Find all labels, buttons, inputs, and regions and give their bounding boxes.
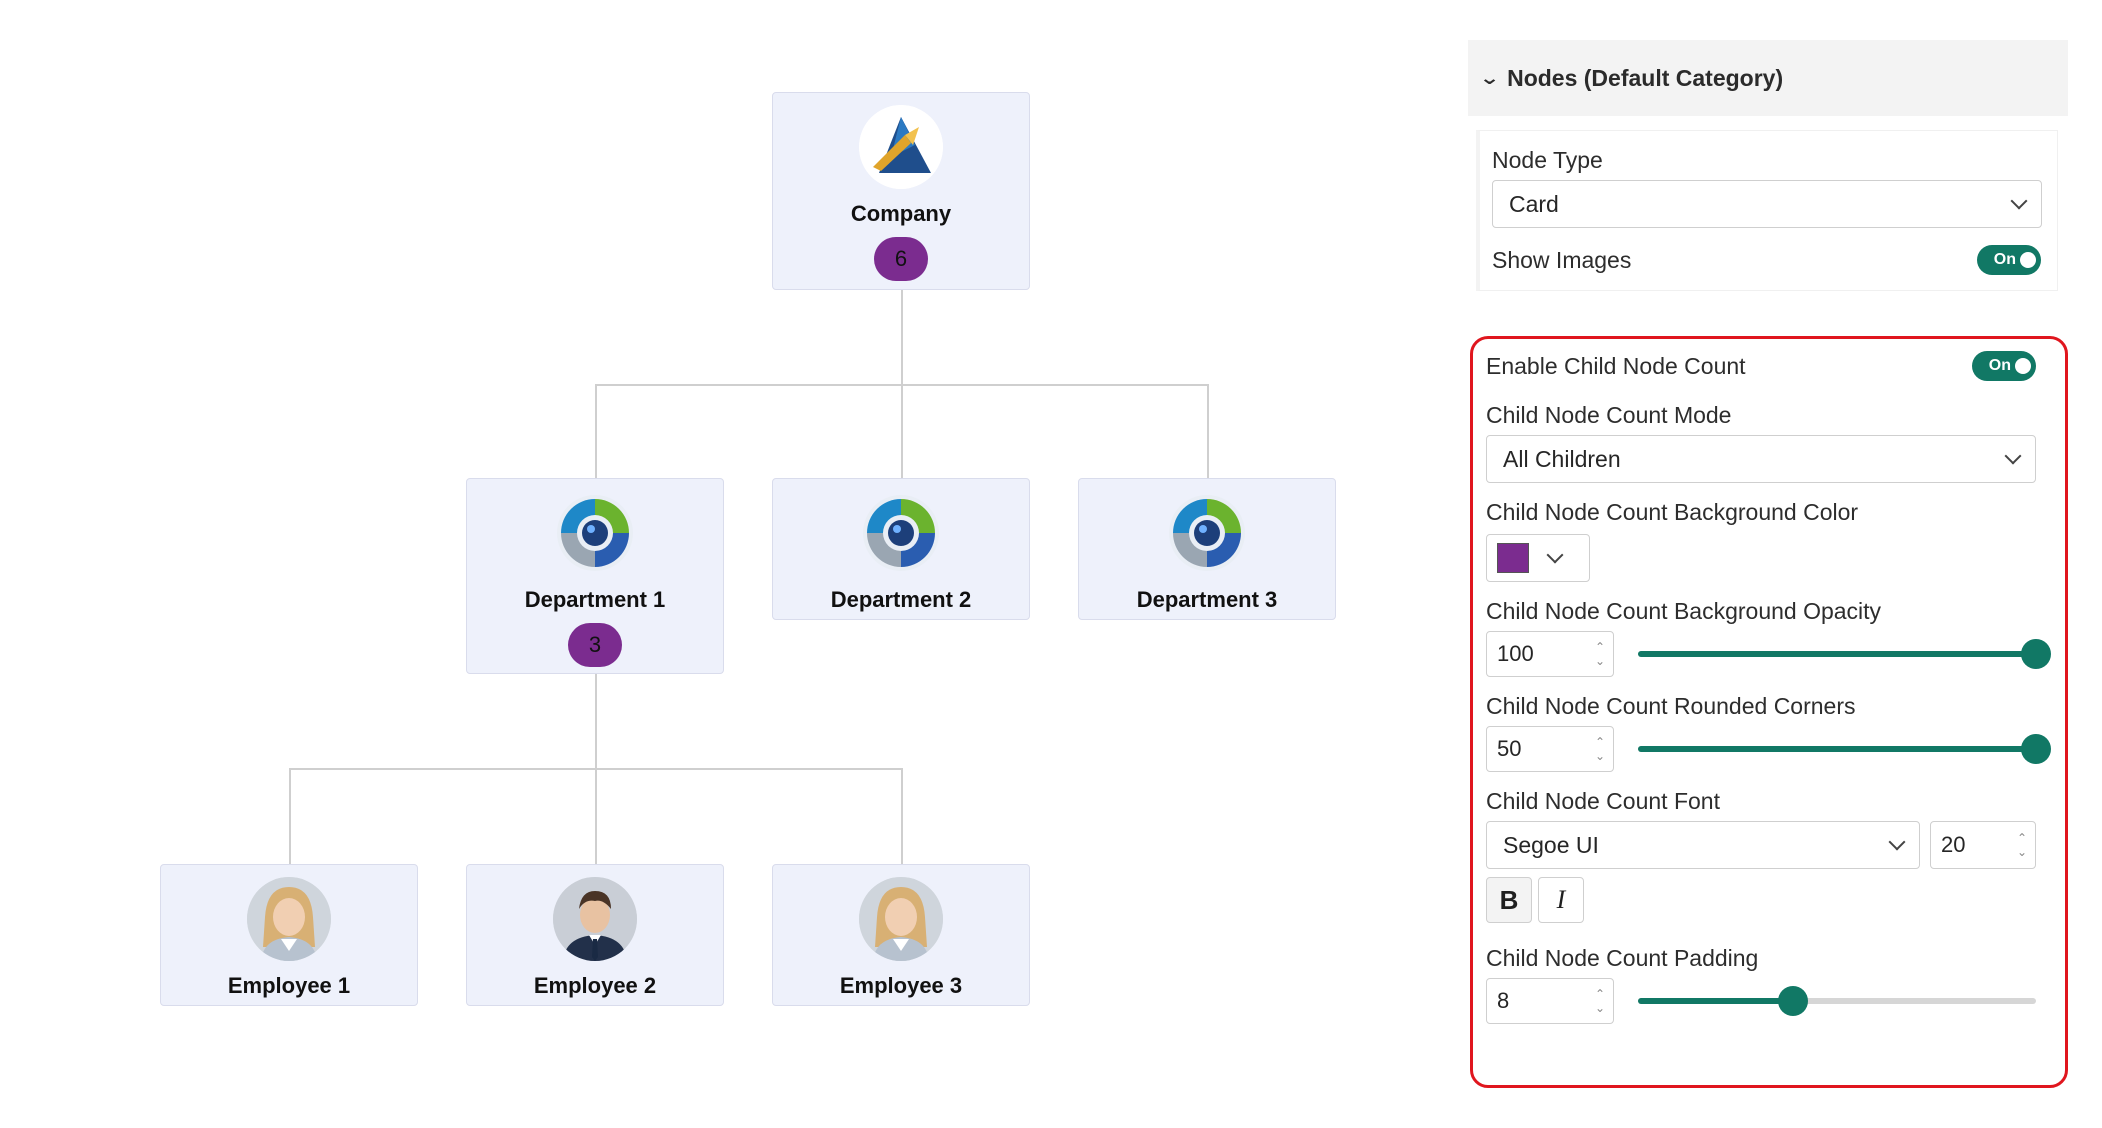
connector-line [595, 384, 597, 478]
spin-arrows-icon[interactable]: ⌃ ⌄ [1595, 987, 1605, 1015]
connector-line [595, 674, 597, 770]
spin-arrows-icon[interactable]: ⌃ ⌄ [1595, 735, 1605, 763]
slider-thumb[interactable] [1778, 986, 1809, 1016]
chevron-down-icon [1888, 833, 1906, 851]
enable-count-label: Enable Child Node Count [1486, 352, 1746, 379]
section-title: Nodes (Default Category) [1507, 64, 1784, 91]
corners-value: 50 [1497, 736, 1522, 761]
bg-color-picker[interactable] [1486, 534, 1590, 582]
connector-line [595, 768, 597, 864]
padding-slider[interactable] [1638, 981, 2036, 1021]
node-type-value: Card [1509, 190, 1559, 217]
department-node[interactable]: Department 3 [1078, 478, 1336, 620]
department-logo-icon [859, 491, 943, 575]
font-label: Child Node Count Font [1486, 788, 1720, 814]
opacity-label: Child Node Count Background Opacity [1486, 598, 1882, 624]
padding-label: Child Node Count Padding [1486, 945, 1759, 971]
font-family-value: Segoe UI [1503, 831, 1599, 858]
spin-arrows-icon[interactable]: ⌃ ⌄ [1595, 640, 1605, 668]
connector-line [1207, 384, 1209, 478]
chevron-down-icon [2004, 447, 2022, 465]
slider-thumb[interactable] [2021, 734, 2051, 764]
org-chart: Company 6 Department 1 3 Department 2 De… [0, 0, 1440, 1128]
connector-line [901, 290, 903, 386]
company-node[interactable]: Company 6 [772, 92, 1030, 290]
employee-photo-icon [247, 877, 331, 961]
department-node[interactable]: Department 1 3 [466, 478, 724, 674]
child-node-count-group: Enable Child Node Count On Child Node Co… [1486, 336, 2051, 1024]
employee-node[interactable]: Employee 3 [772, 864, 1030, 1006]
section-header-nodes[interactable]: ⌄ Nodes (Default Category) [1468, 40, 2068, 116]
node-name: Company [850, 201, 952, 226]
slider-thumb[interactable] [2021, 639, 2051, 669]
bg-color-label: Child Node Count Background Color [1486, 499, 1859, 525]
employee-node[interactable]: Employee 2 [466, 864, 724, 1006]
show-images-label: Show Images [1492, 246, 1632, 273]
node-name: Employee 2 [533, 973, 657, 998]
department-node[interactable]: Department 2 [772, 478, 1030, 620]
corners-slider[interactable] [1638, 729, 2051, 769]
node-type-dropdown[interactable]: Card [1492, 180, 2042, 228]
employee-photo-icon [553, 877, 637, 961]
company-logo-icon [859, 105, 943, 189]
enable-count-toggle[interactable]: On [1972, 351, 2036, 381]
corners-input[interactable]: 50 ⌃ ⌄ [1486, 726, 1614, 772]
opacity-slider[interactable] [1638, 634, 2051, 674]
child-count-badge: 3 [568, 623, 622, 667]
department-logo-icon [1165, 491, 1249, 575]
chevron-down-icon: ⌄ [1478, 67, 1501, 88]
bold-button[interactable]: B [1486, 877, 1532, 923]
employee-photo-icon [859, 877, 943, 961]
font-size-input[interactable]: 20 ⌃ ⌄ [1930, 821, 2036, 869]
spin-arrows-icon[interactable]: ⌃ ⌄ [2017, 831, 2027, 859]
node-name: Employee 1 [227, 973, 351, 998]
count-mode-dropdown[interactable]: All Children [1486, 435, 2036, 483]
count-mode-value: All Children [1503, 445, 1621, 472]
corners-label: Child Node Count Rounded Corners [1486, 693, 1856, 719]
color-swatch [1497, 543, 1529, 573]
toggle-state: On [1988, 357, 2011, 374]
connector-line [901, 384, 903, 478]
chevron-down-icon [1546, 546, 1564, 564]
font-size-value: 20 [1941, 832, 1966, 857]
connector-line [289, 768, 291, 864]
italic-button[interactable]: I [1538, 877, 1584, 923]
toggle-knob [2015, 358, 2031, 374]
department-logo-icon [553, 491, 637, 575]
toggle-state: On [1993, 251, 2016, 268]
connector-line [901, 768, 903, 864]
properties-panel: ⌄ Nodes (Default Category) Node Type Car… [1468, 40, 2068, 291]
chevron-down-icon [2010, 192, 2028, 210]
employee-node[interactable]: Employee 1 [160, 864, 418, 1006]
node-name: Department 2 [830, 587, 972, 612]
padding-input[interactable]: 8 ⌃ ⌄ [1486, 978, 1614, 1024]
node-name: Department 1 [524, 587, 666, 612]
opacity-value: 100 [1497, 641, 1534, 666]
padding-value: 8 [1497, 988, 1510, 1013]
show-images-toggle[interactable]: On [1977, 245, 2041, 275]
node-name: Department 3 [1136, 587, 1278, 612]
opacity-input[interactable]: 100 ⌃ ⌄ [1486, 631, 1614, 677]
toggle-knob [2020, 252, 2036, 268]
count-mode-label: Child Node Count Mode [1486, 402, 1732, 428]
node-settings-group: Node Type Card Show Images On [1476, 130, 2058, 291]
node-type-label: Node Type [1492, 147, 1603, 173]
font-family-dropdown[interactable]: Segoe UI [1486, 821, 1920, 869]
node-name: Employee 3 [839, 973, 963, 998]
child-count-badge: 6 [874, 237, 928, 281]
